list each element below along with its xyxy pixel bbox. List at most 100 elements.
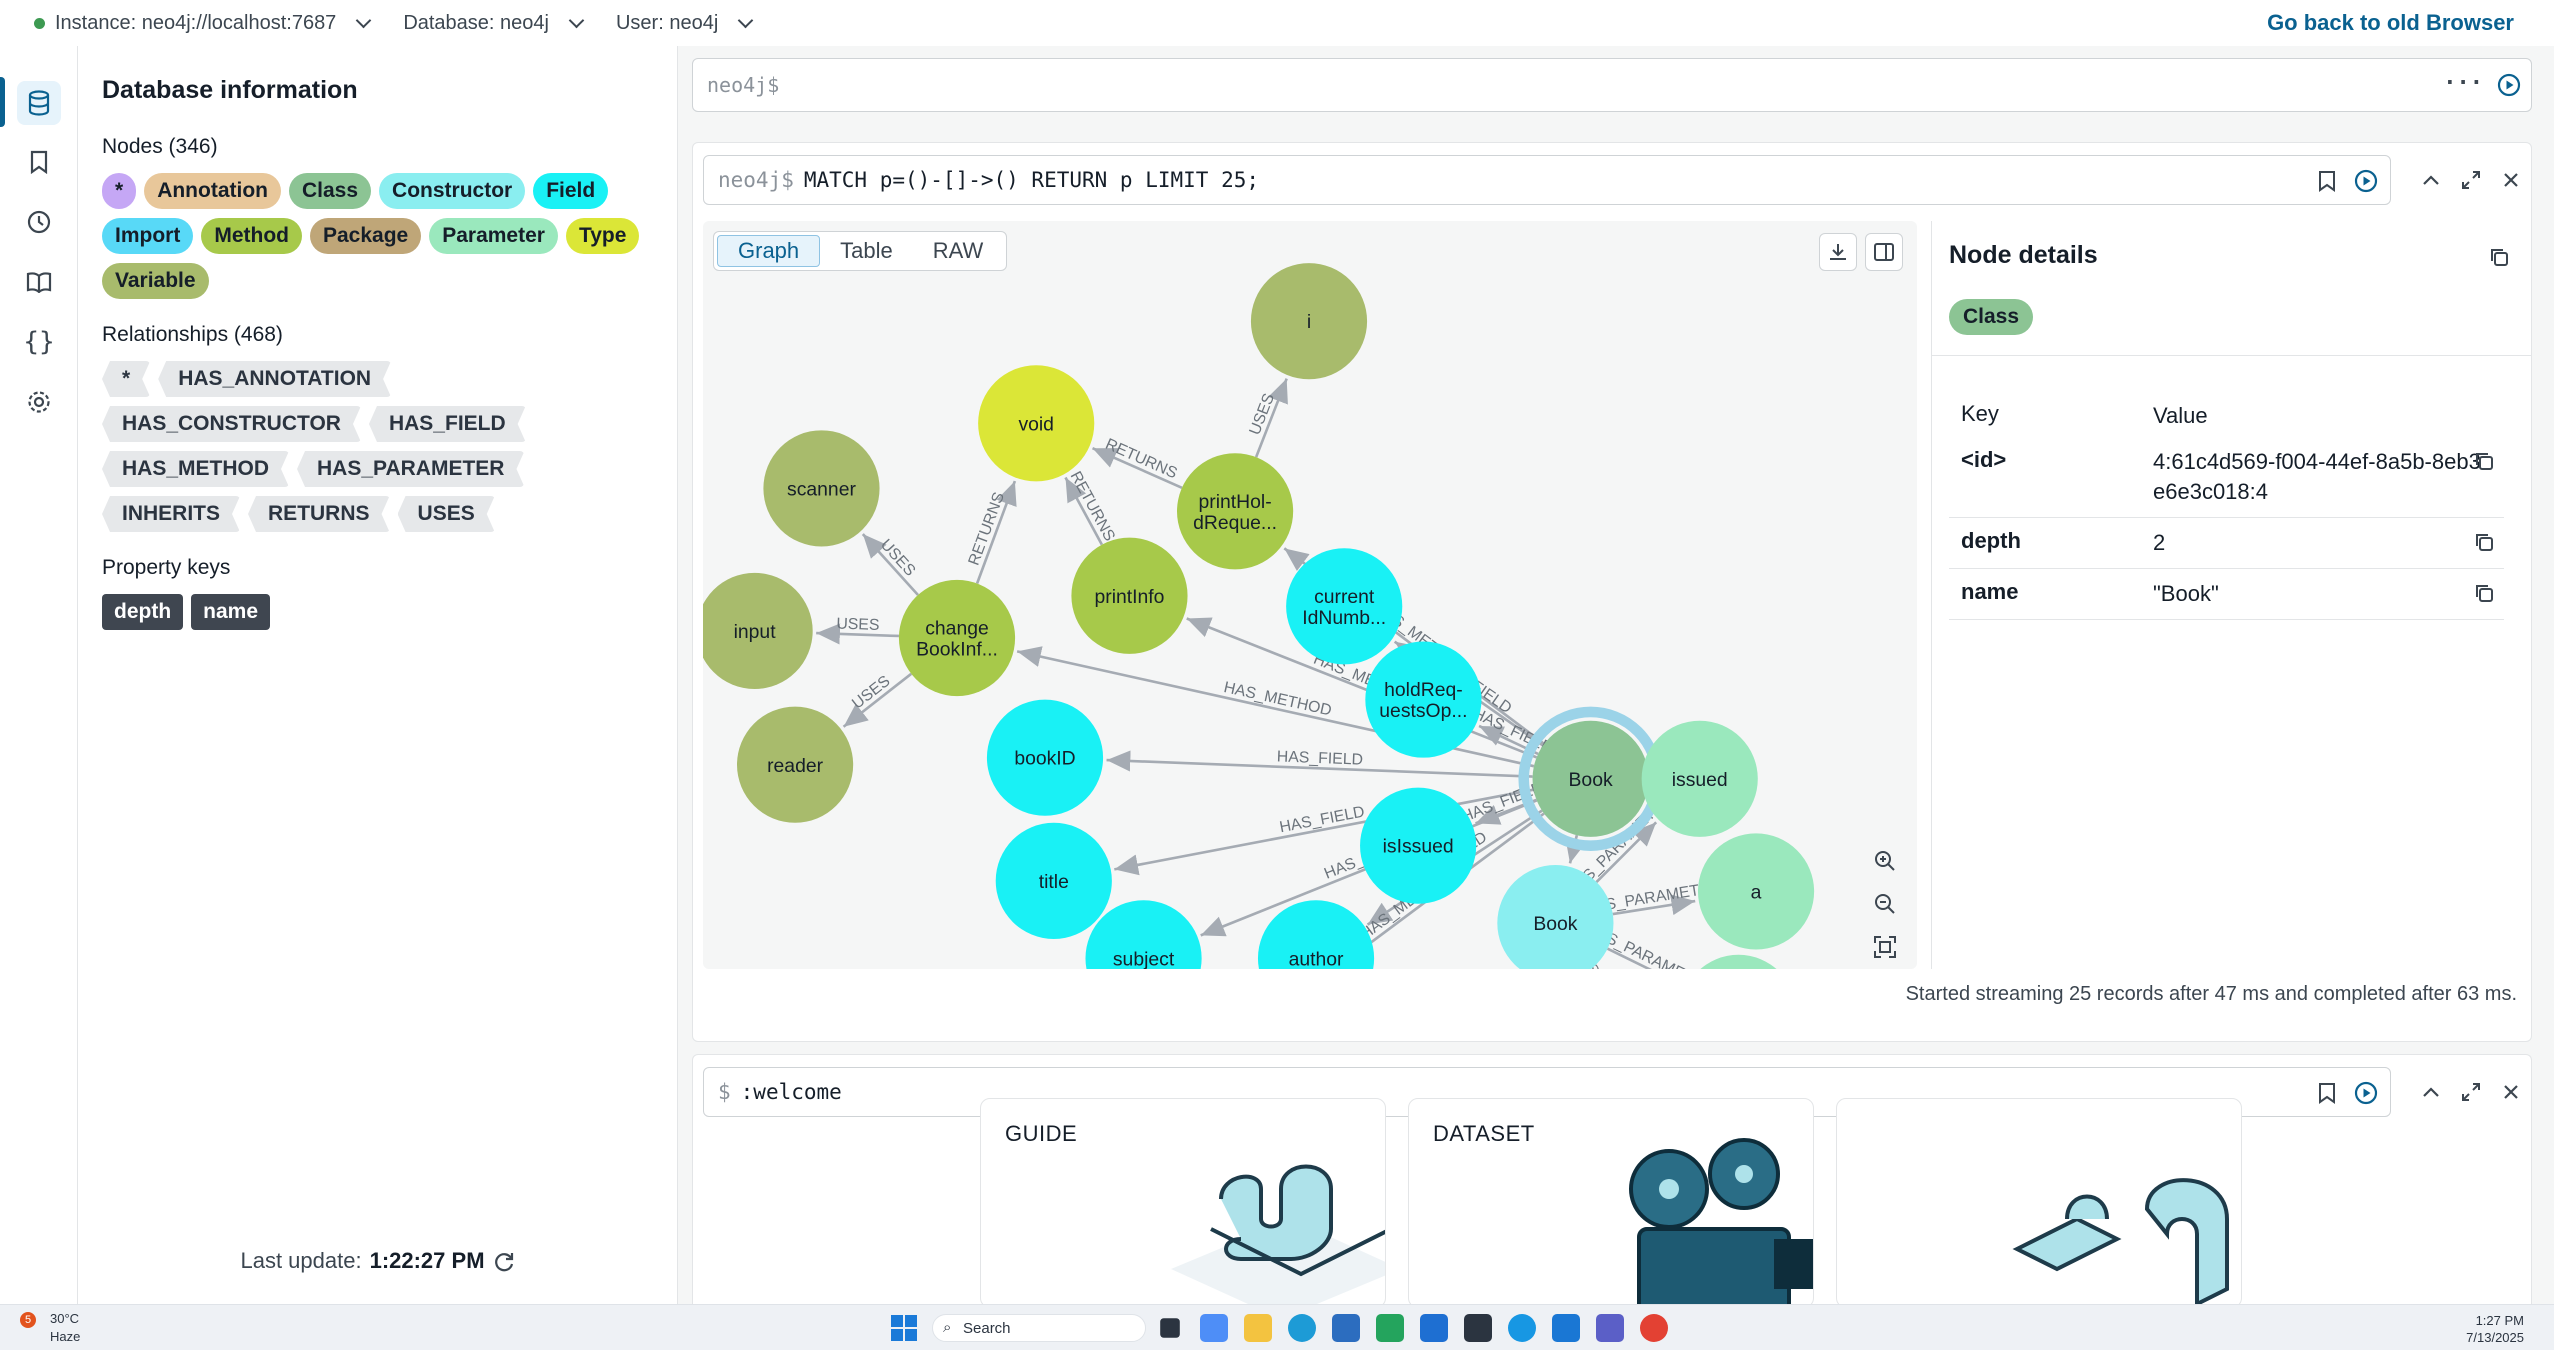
tab-raw[interactable]: RAW: [913, 235, 1004, 267]
vscode-icon[interactable]: [1552, 1314, 1580, 1342]
gear-icon[interactable]: [17, 380, 61, 424]
relationship-type-chip[interactable]: *: [102, 361, 150, 397]
guides-book-icon[interactable]: [17, 260, 61, 304]
graph-node[interactable]: holdReq-uestsOp...: [1365, 641, 1482, 758]
more-options-icon[interactable]: ···: [2443, 71, 2483, 96]
graph-node[interactable]: s: [1680, 954, 1796, 969]
graph-node[interactable]: issued: [1641, 720, 1758, 837]
tab-table[interactable]: Table: [820, 235, 913, 267]
graph-node[interactable]: changeBookInf...: [898, 579, 1016, 697]
download-icon[interactable]: [1819, 233, 1857, 271]
user-selector[interactable]: User: neo4j: [616, 12, 754, 35]
graph-node[interactable]: i: [1250, 263, 1368, 380]
graph-node[interactable]: isIssued: [1360, 787, 1477, 904]
node-label-chip[interactable]: Method: [201, 218, 302, 254]
database-selector[interactable]: Database: neo4j: [403, 12, 585, 35]
old-browser-link[interactable]: Go back to old Browser: [2267, 10, 2514, 36]
node-label-chip[interactable]: Type: [565, 218, 640, 254]
copy-icon[interactable]: [2474, 451, 2494, 471]
graph-canvas[interactable]: USESRETURNSRETURNSRETURNSUSESUSESUSES HAS…: [703, 221, 1917, 969]
teams-icon[interactable]: [1596, 1314, 1624, 1342]
node-label-chip[interactable]: Field: [533, 173, 609, 209]
relationship-type-chip[interactable]: HAS_PARAMETER: [297, 451, 524, 487]
chrome-icon[interactable]: [1640, 1314, 1668, 1342]
task-view-icon[interactable]: [1160, 1318, 1180, 1338]
bookmark-icon[interactable]: [2318, 170, 2336, 192]
curly-braces-icon[interactable]: {}: [17, 320, 61, 364]
vscode-insiders-icon[interactable]: [1376, 1314, 1404, 1342]
close-icon[interactable]: [2491, 1072, 2531, 1112]
graph-node[interactable]: title: [995, 822, 1112, 939]
bookmark-icon[interactable]: [2318, 1082, 2336, 1104]
graph-node[interactable]: currentIdNumb...: [1286, 548, 1403, 665]
node-label-chip[interactable]: Constructor: [379, 173, 526, 209]
rerun-icon[interactable]: [2354, 1081, 2378, 1105]
copy-icon[interactable]: [2489, 247, 2509, 267]
graph-relationship[interactable]: [816, 623, 900, 645]
node-circle[interactable]: [1680, 954, 1796, 969]
tab-graph[interactable]: Graph: [717, 235, 821, 267]
terminal-icon[interactable]: [1464, 1314, 1492, 1342]
graph-node[interactable]: bookID: [986, 699, 1104, 816]
close-icon[interactable]: [2491, 160, 2531, 200]
rerun-icon[interactable]: [2354, 169, 2378, 193]
guide-card[interactable]: GUIDE: [980, 1098, 1386, 1308]
graph-node[interactable]: author: [1257, 900, 1375, 969]
graph-node[interactable]: printHol-dReque...: [1177, 453, 1294, 570]
history-icon[interactable]: [17, 200, 61, 244]
frame-query-bar[interactable]: neo4j$ MATCH p=()-[]->() RETURN p LIMIT …: [703, 155, 2391, 205]
connect-card[interactable]: [1836, 1098, 2242, 1308]
cypher-editor[interactable]: neo4j$ ···: [692, 58, 2532, 112]
graph-node[interactable]: input: [703, 572, 813, 690]
relationship-type-chip[interactable]: HAS_METHOD: [102, 451, 289, 487]
relationship-type-chip[interactable]: USES: [398, 496, 495, 532]
relationship-type-chip[interactable]: HAS_CONSTRUCTOR: [102, 406, 361, 442]
property-key-chip[interactable]: depth: [102, 594, 184, 630]
property-key-chip[interactable]: name: [191, 594, 271, 630]
graph-node[interactable]: void: [978, 365, 1095, 482]
fit-to-screen-icon[interactable]: [1873, 935, 1897, 959]
edge-icon[interactable]: [1288, 1314, 1316, 1342]
copilot-icon[interactable]: [1200, 1314, 1228, 1342]
node-label-chip[interactable]: Class: [289, 173, 372, 209]
fullscreen-icon[interactable]: [2451, 160, 2491, 200]
node-label-chip[interactable]: Variable: [102, 263, 209, 299]
copy-icon[interactable]: [2474, 583, 2494, 603]
dataset-card[interactable]: DATASET: [1408, 1098, 1814, 1308]
relationship-type-chip[interactable]: RETURNS: [248, 496, 390, 532]
run-query-icon[interactable]: [2497, 73, 2521, 97]
graph-node[interactable]: a: [1697, 833, 1815, 950]
node-label-chip[interactable]: Import: [102, 218, 194, 254]
graph-node[interactable]: Book: [1518, 706, 1663, 851]
copy-icon[interactable]: [2474, 532, 2494, 552]
instance-selector[interactable]: Instance: neo4j://localhost:7687: [34, 12, 372, 35]
taskbar-search[interactable]: ⌕ Search: [932, 1314, 1146, 1342]
node-label-chip[interactable]: Parameter: [429, 218, 558, 254]
graph-node[interactable]: reader: [737, 706, 854, 823]
collapse-icon[interactable]: [2411, 1072, 2451, 1112]
relationship-type-chip[interactable]: HAS_FIELD: [369, 406, 526, 442]
toggle-panel-icon[interactable]: [1865, 233, 1903, 271]
zoom-out-icon[interactable]: [1873, 892, 1897, 916]
graph-visualization[interactable]: USES RETURNS RETURNS RETURNS USES USES USES HAS…: [703, 221, 1917, 969]
refresh-icon[interactable]: [493, 1250, 515, 1272]
store-icon[interactable]: [1332, 1314, 1360, 1342]
system-clock[interactable]: 1:27 PM 7/13/2025: [2466, 1312, 2524, 1346]
relationship-type-chip[interactable]: HAS_ANNOTATION: [158, 361, 391, 397]
browser-icon[interactable]: [1508, 1314, 1536, 1342]
file-explorer-icon[interactable]: [1244, 1314, 1272, 1342]
notepad-icon[interactable]: [1420, 1314, 1448, 1342]
collapse-icon[interactable]: [2411, 160, 2451, 200]
relationship-type-chip[interactable]: INHERITS: [102, 496, 240, 532]
bookmark-icon[interactable]: [17, 140, 61, 184]
node-label-badge[interactable]: Class: [1949, 299, 2034, 335]
graph-node[interactable]: scanner: [763, 430, 880, 547]
zoom-in-icon[interactable]: [1873, 849, 1897, 873]
node-label-chip[interactable]: *: [102, 173, 137, 209]
fullscreen-icon[interactable]: [2451, 1072, 2491, 1112]
windows-start-icon[interactable]: [890, 1314, 918, 1342]
node-label-chip[interactable]: Annotation: [144, 173, 281, 209]
node-label-chip[interactable]: Package: [309, 218, 422, 254]
database-icon[interactable]: [17, 81, 61, 125]
graph-node[interactable]: printInfo: [1071, 537, 1188, 654]
